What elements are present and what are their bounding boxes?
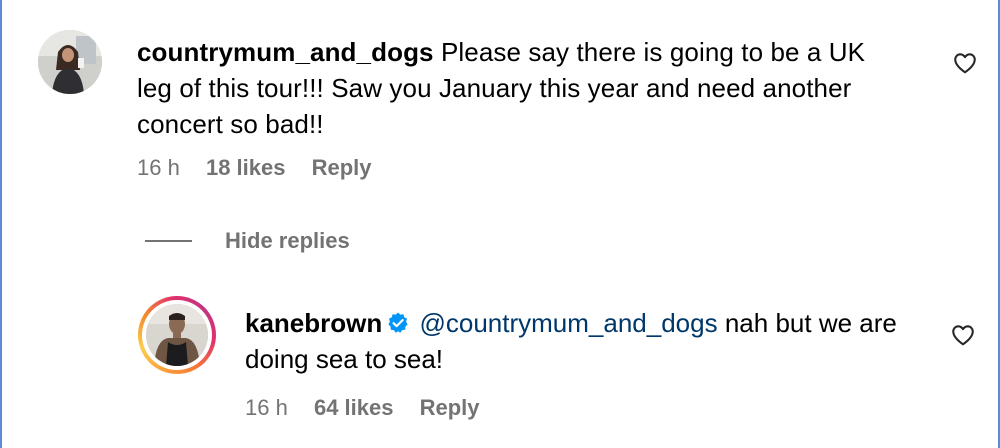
reply-avatar[interactable] <box>138 296 216 374</box>
reply-username[interactable]: kanebrown <box>245 308 382 338</box>
hide-replies-label: Hide replies <box>225 228 350 253</box>
reply-meta: 16 h 64 likes Reply <box>245 395 500 421</box>
hide-replies-button[interactable]: Hide replies <box>145 226 350 256</box>
comment-username[interactable]: countrymum_and_dogs <box>137 37 434 67</box>
commenter-avatar[interactable] <box>38 30 102 94</box>
heart-icon[interactable] <box>952 50 978 76</box>
reply-mention-link[interactable]: @countrymum_and_dogs <box>419 308 717 338</box>
hide-replies-divider <box>145 240 192 242</box>
reply-text-block: kanebrown @countrymum_and_dogs nah but w… <box>245 305 945 377</box>
avatar-photo-icon <box>146 304 208 366</box>
verified-badge-icon <box>388 312 408 333</box>
avatar-photo-icon <box>38 30 102 94</box>
comment-meta: 16 h 18 likes Reply <box>137 155 392 181</box>
comment-reply-button[interactable]: Reply <box>312 155 372 180</box>
comment-text-block: countrymum_and_dogs Please say there is … <box>137 34 897 142</box>
heart-icon[interactable] <box>950 322 976 348</box>
comment-timestamp[interactable]: 16 h <box>137 155 180 180</box>
reply-avatar-photo <box>146 304 208 366</box>
reply-reply-button[interactable]: Reply <box>420 395 480 420</box>
comment-likes-count[interactable]: 18 likes <box>206 155 286 180</box>
reply-timestamp[interactable]: 16 h <box>245 395 288 420</box>
comments-panel: countrymum_and_dogs Please say there is … <box>0 0 1000 448</box>
reply-likes-count[interactable]: 64 likes <box>314 395 394 420</box>
